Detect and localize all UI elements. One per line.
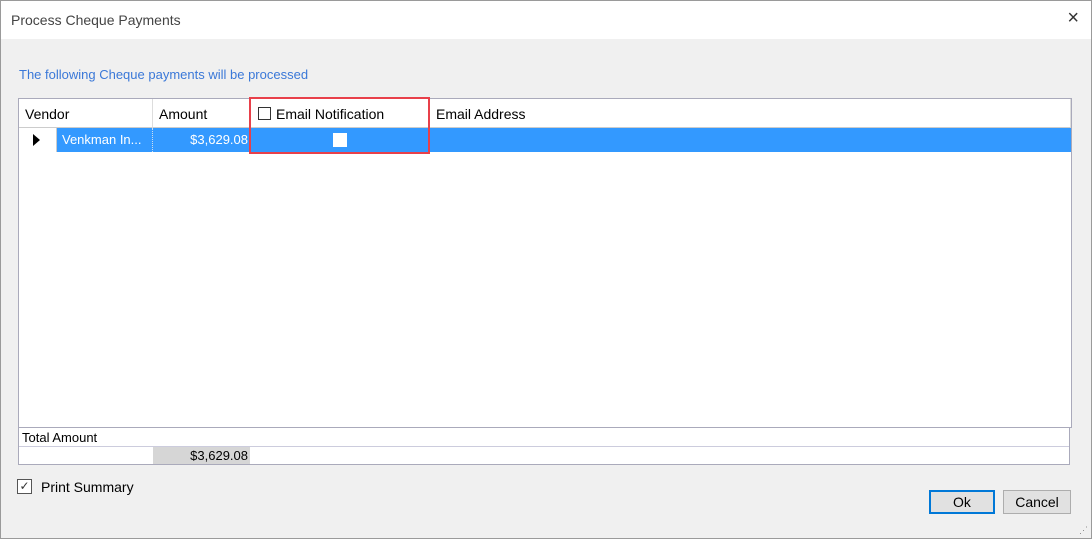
cancel-button[interactable]: Cancel bbox=[1003, 490, 1071, 514]
column-header-label: Email Notification bbox=[276, 106, 385, 122]
instruction-text: The following Cheque payments will be pr… bbox=[19, 67, 309, 82]
payments-grid: Vendor Amount Email Notification Email A… bbox=[18, 98, 1072, 428]
column-header-amount[interactable]: Amount bbox=[153, 99, 250, 128]
row-header[interactable] bbox=[19, 128, 57, 152]
email-notification-checkbox[interactable] bbox=[333, 133, 347, 147]
title-bar: Process Cheque Payments × bbox=[1, 1, 1091, 39]
current-row-arrow-icon bbox=[33, 134, 40, 146]
column-header-email-notification[interactable]: Email Notification bbox=[250, 99, 430, 128]
column-header-email-address[interactable]: Email Address bbox=[430, 99, 1071, 128]
vendor-cell[interactable]: Venkman In... bbox=[56, 128, 153, 152]
resize-grip-icon[interactable]: ⋰ bbox=[1079, 525, 1088, 536]
checkmark-icon: ✓ bbox=[17, 479, 32, 494]
select-all-email-checkbox[interactable] bbox=[258, 107, 271, 120]
print-summary-label: Print Summary bbox=[41, 479, 134, 495]
dialog-title: Process Cheque Payments bbox=[11, 12, 181, 28]
email-address-cell[interactable] bbox=[430, 128, 1071, 152]
amount-cell[interactable]: $3,629.08 bbox=[153, 128, 250, 152]
column-header-vendor[interactable]: Vendor bbox=[19, 99, 153, 128]
ok-button[interactable]: Ok bbox=[929, 490, 995, 514]
process-cheque-payments-dialog: Process Cheque Payments × The following … bbox=[0, 0, 1092, 539]
close-icon[interactable]: × bbox=[1067, 7, 1079, 30]
totals-panel: Total Amount $3,629.08 bbox=[18, 427, 1070, 465]
total-amount-label: Total Amount bbox=[22, 430, 98, 445]
total-amount-value: $3,629.08 bbox=[153, 447, 250, 464]
email-notification-cell[interactable] bbox=[250, 128, 430, 152]
